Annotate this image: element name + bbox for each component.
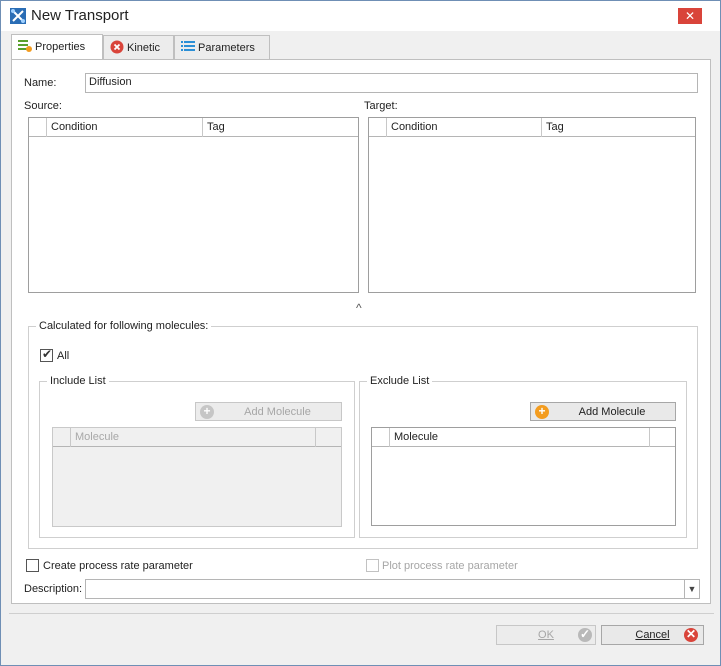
include-add-molecule-button[interactable]: + Add Molecule — [195, 402, 342, 421]
tab-label: Kinetic — [127, 42, 161, 54]
column-header-tag[interactable]: Tag — [542, 118, 695, 137]
include-list-title: Include List — [47, 375, 109, 387]
tab-parameters[interactable]: Parameters — [174, 35, 270, 60]
target-grid-header: Condition Tag — [369, 118, 695, 137]
footer-divider — [9, 613, 714, 614]
include-list-group: Include List + Add Molecule Molecule — [39, 375, 355, 538]
exclude-add-molecule-button[interactable]: + Add Molecule — [530, 402, 676, 421]
create-rate-checkbox[interactable] — [26, 559, 39, 572]
row-indicator-column — [372, 428, 390, 447]
column-header-molecule: Molecule — [71, 428, 316, 447]
source-grid[interactable]: Condition Tag — [28, 117, 359, 293]
tab-properties[interactable]: Properties — [11, 34, 103, 60]
column-header-condition[interactable]: Condition — [387, 118, 542, 137]
properties-panel: Name: Diffusion Source: Target: Conditio… — [11, 59, 711, 604]
column-header-action — [316, 428, 341, 447]
include-grid-header: Molecule — [53, 428, 341, 447]
column-header-tag[interactable]: Tag — [203, 118, 358, 137]
target-label: Target: — [364, 100, 398, 112]
tab-label: Parameters — [198, 42, 255, 54]
cancel-button[interactable]: Cancel ✕ — [601, 625, 704, 645]
molecules-group-title: Calculated for following molecules: — [36, 320, 212, 332]
row-indicator-column — [29, 118, 47, 137]
new-transport-dialog: New Transport ✕ Properties Kinetic Param… — [0, 0, 721, 666]
column-header-molecule[interactable]: Molecule — [390, 428, 650, 447]
exclude-molecule-grid[interactable]: Molecule — [371, 427, 676, 526]
exclude-list-group: Exclude List + Add Molecule Molecule — [359, 375, 687, 538]
description-field[interactable]: ▼ — [85, 579, 700, 599]
create-rate-label: Create process rate parameter — [43, 560, 193, 572]
window-title: New Transport — [31, 7, 129, 24]
all-label: All — [57, 350, 70, 362]
source-label: Source: — [24, 100, 62, 112]
column-header-action — [650, 428, 675, 447]
all-checkbox[interactable]: ✔ — [40, 347, 53, 362]
tab-kinetic[interactable]: Kinetic — [103, 35, 174, 60]
include-molecule-grid: Molecule — [52, 427, 342, 527]
close-icon: ✕ — [684, 9, 696, 23]
name-field[interactable]: Diffusion — [85, 73, 698, 93]
target-grid[interactable]: Condition Tag — [368, 117, 696, 293]
description-label: Description: — [24, 583, 83, 595]
window-close-button[interactable]: ✕ — [678, 8, 702, 24]
exclude-grid-header: Molecule — [372, 428, 675, 447]
tab-label: Properties — [35, 41, 86, 53]
cancel-icon: ✕ — [684, 627, 698, 642]
title-bar[interactable]: New Transport ✕ — [1, 1, 720, 31]
column-header-condition[interactable]: Condition — [47, 118, 203, 137]
source-grid-header: Condition Tag — [29, 118, 358, 137]
name-value: Diffusion — [89, 76, 132, 88]
transport-app-icon — [10, 8, 26, 24]
ok-button[interactable]: OK ✓ — [496, 625, 596, 645]
exclude-list-title: Exclude List — [367, 375, 433, 387]
properties-icon — [18, 39, 32, 53]
name-label: Name: — [24, 77, 57, 89]
plot-rate-checkbox[interactable] — [366, 559, 379, 572]
collapse-chevron-icon[interactable]: ^ — [356, 301, 362, 315]
molecules-group: Calculated for following molecules: ✔ Al… — [28, 320, 698, 549]
button-label: Add Molecule — [578, 406, 646, 418]
chevron-down-icon[interactable]: ▼ — [684, 580, 699, 598]
parameters-icon — [181, 40, 195, 54]
kinetic-icon — [110, 40, 124, 54]
checkmark-icon: ✔ — [42, 347, 53, 361]
button-label: Add Molecule — [244, 406, 311, 418]
row-indicator-column — [369, 118, 387, 137]
checkmark-icon: ✓ — [578, 627, 592, 642]
row-indicator-column — [53, 428, 71, 447]
plot-rate-label: Plot process rate parameter — [382, 560, 518, 572]
